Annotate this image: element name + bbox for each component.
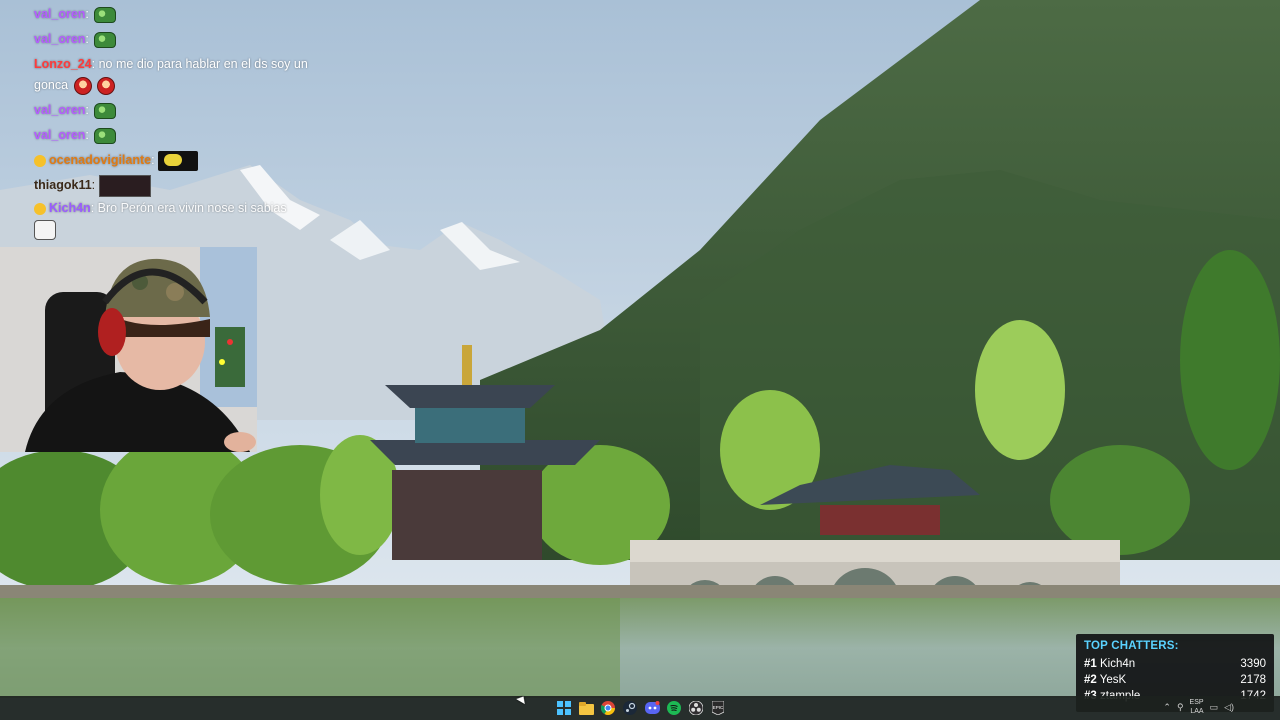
- chat-message: val_oren:: [34, 98, 334, 123]
- chat-username: val_oren: [34, 32, 86, 46]
- chat-username: Kich4n: [49, 201, 91, 215]
- chat-username: Lonzo_24: [34, 57, 92, 71]
- webcam-feed-image: [0, 247, 257, 452]
- chat-username: thiagok11: [34, 178, 92, 192]
- chatter-rank: #1: [1084, 658, 1097, 670]
- frog-emote-icon: [94, 31, 117, 48]
- streamer-webcam: [0, 247, 257, 452]
- chat-message: val_oren:: [34, 27, 334, 52]
- frog-emote-icon: [94, 102, 117, 119]
- usb-icon[interactable]: ⚲: [1177, 702, 1184, 713]
- chevron-up-icon[interactable]: ⌃: [1163, 702, 1171, 713]
- epic-games-icon[interactable]: EPIC: [709, 699, 727, 717]
- frog-emote-icon: [94, 127, 117, 144]
- chatter-count: 3390: [1240, 658, 1266, 670]
- file-explorer-icon[interactable]: [577, 699, 595, 717]
- language-indicator[interactable]: ESP LAA: [1190, 698, 1204, 716]
- pepe-glasses-emote-icon: [158, 150, 199, 171]
- top-chatter-row: #1 Kich4n 3390: [1084, 656, 1266, 672]
- chat-message: ocenadovigilante:: [34, 148, 334, 173]
- windows-taskbar: EPIC ⌃ ⚲ ESP LAA ▭ ◁): [0, 696, 1280, 720]
- chatter-name: YesK: [1099, 674, 1127, 686]
- chat-username: val_oren: [34, 128, 86, 142]
- chat-username: val_oren: [34, 7, 86, 21]
- chat-username: val_oren: [34, 103, 86, 117]
- sad-face-emote-icon: [73, 76, 92, 95]
- subscriber-badge-icon: [34, 202, 46, 215]
- chat-message: val_oren:: [34, 2, 334, 27]
- taskbar-apps: EPIC: [555, 699, 727, 717]
- subscriber-badge-icon: [34, 154, 46, 167]
- webcam-clip-emote-icon: [98, 174, 151, 197]
- top-chatter-row: #2 YesK 2178: [1084, 672, 1266, 688]
- network-icon[interactable]: ▭: [1210, 702, 1219, 713]
- system-tray: ⌃ ⚲ ESP LAA ▭ ◁): [1163, 698, 1274, 716]
- chat-message: Lonzo_24: no me dio para hablar en el ds…: [34, 52, 334, 98]
- chrome-icon[interactable]: [599, 699, 617, 717]
- frog-emote-icon: [94, 6, 117, 23]
- chatter-rank: #2: [1084, 674, 1097, 686]
- cat-emote-icon: [34, 219, 56, 240]
- spotify-icon[interactable]: [665, 699, 683, 717]
- chat-message: val_oren:: [34, 123, 334, 148]
- stream-chat-overlay: val_oren: val_oren: Lonzo_24: no me dio …: [34, 2, 334, 240]
- svg-text:EPIC: EPIC: [713, 705, 724, 710]
- obs-icon[interactable]: [687, 699, 705, 717]
- sad-face-emote-icon: [97, 76, 116, 95]
- chat-message: Kich4n: Bro Perón era vivin nose si sabi…: [34, 198, 334, 240]
- discord-icon[interactable]: [643, 699, 661, 717]
- chatter-name: Kich4n: [1100, 658, 1136, 670]
- chat-username: ocenadovigilante: [49, 153, 152, 167]
- chatter-count: 2178: [1240, 674, 1266, 686]
- start-icon[interactable]: [555, 699, 573, 717]
- top-chatters-title: TOP CHATTERS:: [1084, 640, 1179, 652]
- chat-message: thiagok11:: [34, 173, 334, 198]
- taskbar-clock[interactable]: [1240, 699, 1274, 715]
- volume-icon[interactable]: ◁): [1224, 702, 1234, 713]
- steam-icon[interactable]: [621, 699, 639, 717]
- chat-text: Bro Perón era vivin nose si sabias: [97, 201, 287, 215]
